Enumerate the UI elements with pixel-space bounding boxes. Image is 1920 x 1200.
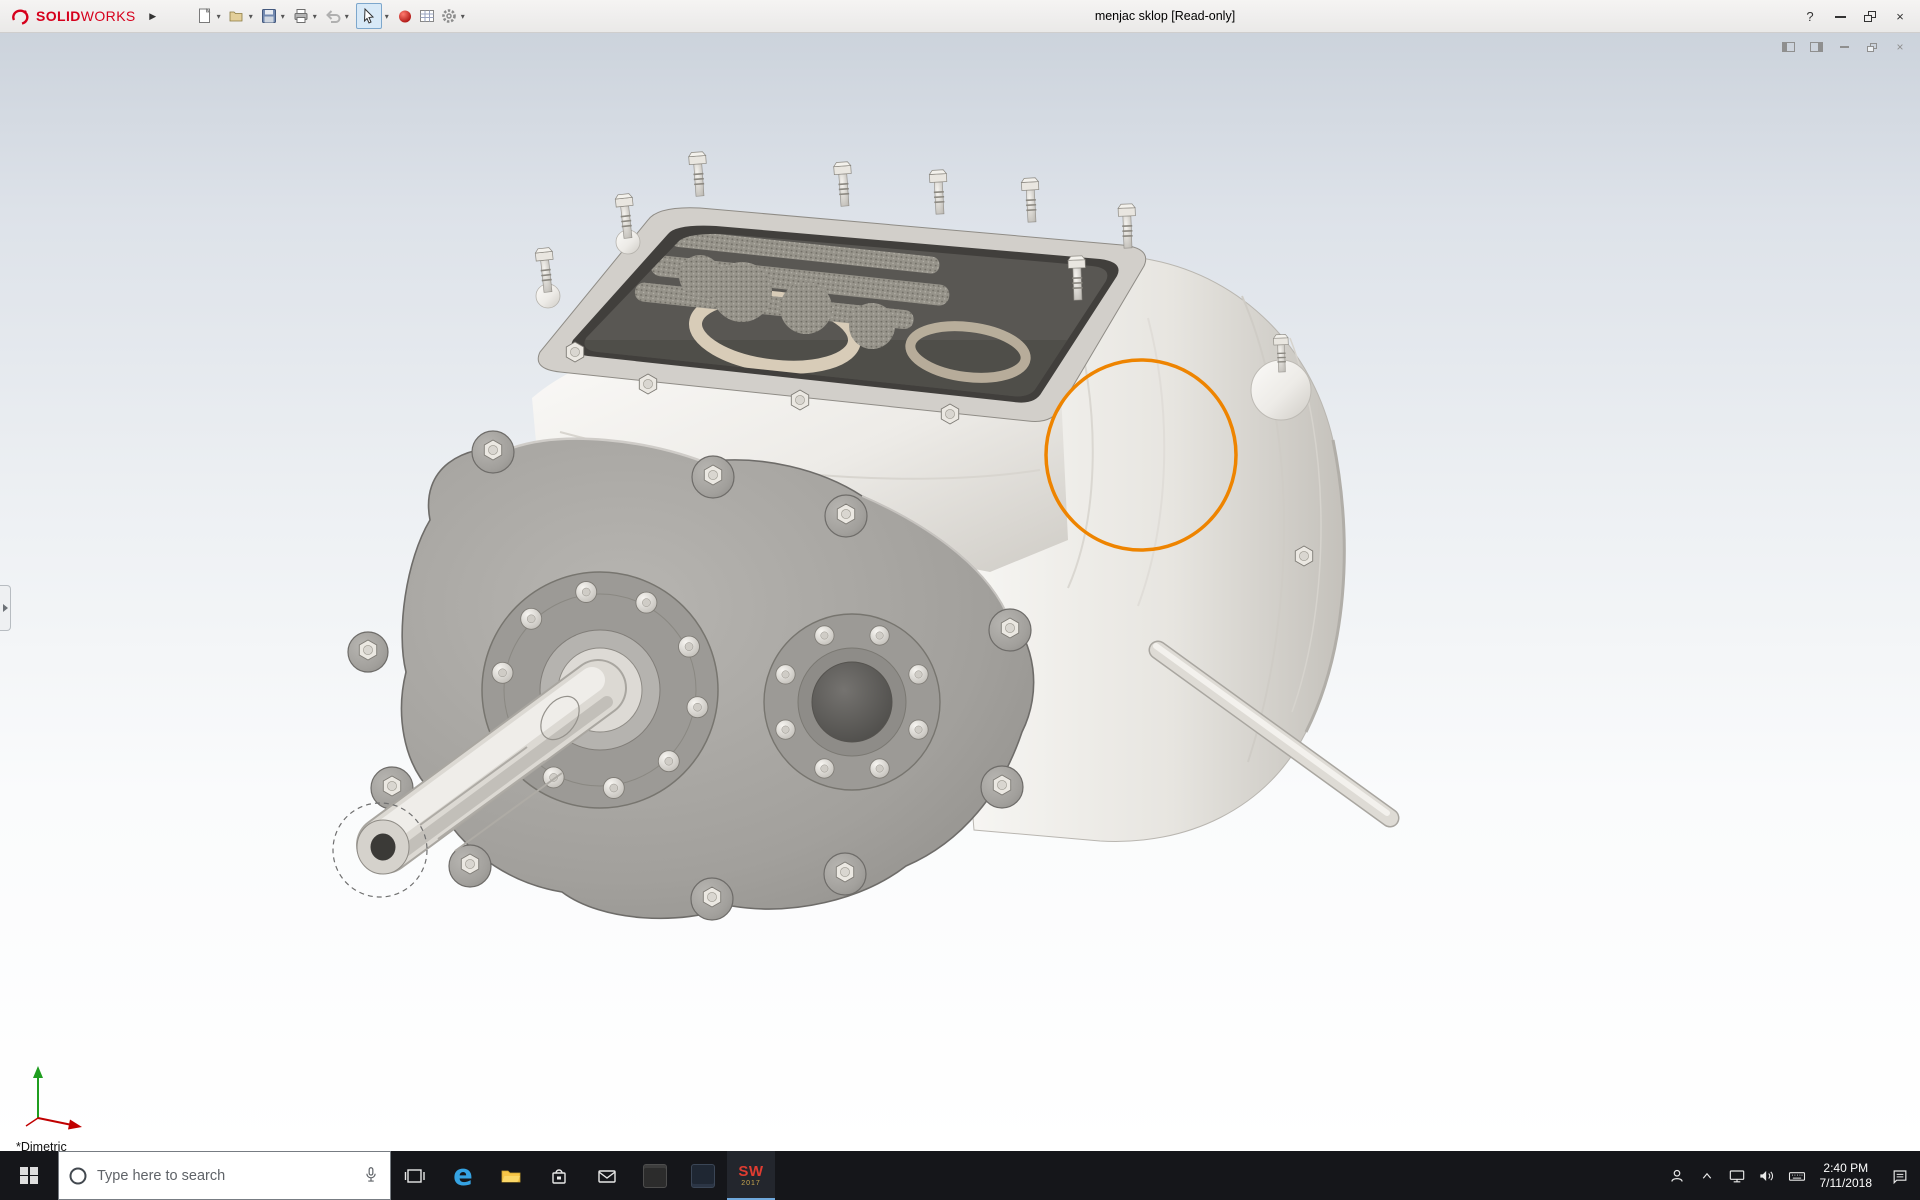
network-icon[interactable] (1722, 1166, 1752, 1186)
feature-manager-collapsed-tab[interactable] (0, 585, 11, 631)
solidworks-app-icon: SW 2017 (738, 1163, 764, 1187)
doc-restore-button[interactable] (1864, 40, 1880, 54)
appearance-sphere-icon[interactable] (394, 5, 416, 27)
cortana-icon (69, 1167, 87, 1184)
document-window-controls: × (1780, 40, 1908, 54)
action-center-icon[interactable] (1880, 1166, 1920, 1186)
open-dropdown[interactable]: ▾ (249, 12, 253, 21)
people-icon[interactable] (1662, 1165, 1692, 1187)
minimize-button[interactable] (1826, 5, 1854, 29)
menu-flyout-arrow[interactable]: ▶ (146, 11, 160, 22)
options-gear-icon[interactable] (438, 5, 460, 27)
gearbox-3d-model[interactable] (0, 0, 1920, 1200)
app-icon-2 (691, 1163, 715, 1188)
restore-button[interactable] (1856, 5, 1884, 29)
taskbar-clock[interactable]: 2:40 PM 7/11/2018 (1812, 1161, 1881, 1191)
design-table-icon[interactable] (416, 5, 438, 27)
open-icon[interactable] (226, 5, 248, 27)
standard-toolbar: ▾ ▾ ▾ ▾ ▾ ▾ ▾ (194, 3, 470, 29)
doc-minimize-button[interactable] (1836, 40, 1852, 54)
new-document-dropdown[interactable]: ▾ (217, 12, 221, 21)
solidworks-logo: SOLIDWORKS (10, 7, 136, 25)
titlebar: SOLIDWORKS ▶ ▾ ▾ ▾ ▾ ▾ ▾ ▾ menjac sklop … (0, 0, 1920, 33)
print-icon[interactable] (290, 5, 312, 27)
close-button[interactable]: × (1886, 5, 1914, 29)
help-button[interactable]: ? (1796, 5, 1824, 29)
volume-icon[interactable] (1752, 1166, 1782, 1186)
ds-logo-icon (12, 9, 29, 25)
windows-taskbar: e SW2017 (0, 1151, 1920, 1200)
edge-button[interactable]: e (439, 1151, 487, 1200)
right-bearing-assembly (763, 613, 941, 791)
coordinate-triad (25, 1066, 82, 1130)
window-controls: ? × (1796, 0, 1914, 33)
search-input[interactable] (97, 1167, 352, 1184)
hidden-icons-chevron[interactable] (1692, 1167, 1722, 1185)
undo-icon[interactable] (322, 5, 344, 27)
save-dropdown[interactable]: ▾ (281, 12, 285, 21)
mail-button[interactable] (583, 1151, 631, 1200)
print-dropdown[interactable]: ▾ (313, 12, 317, 21)
touch-keyboard-icon[interactable] (1782, 1166, 1812, 1186)
app-button-1[interactable] (631, 1151, 679, 1200)
task-view-button[interactable] (391, 1151, 439, 1200)
select-dropdown[interactable]: ▾ (385, 12, 389, 21)
task-view-icon (404, 1168, 425, 1183)
file-explorer-button[interactable] (487, 1151, 535, 1200)
doc-close-button[interactable]: × (1892, 40, 1908, 54)
brand-name: SOLIDWORKS (36, 8, 136, 24)
save-icon[interactable] (258, 5, 280, 27)
clock-date: 7/11/2018 (1819, 1175, 1873, 1190)
taskbar-search[interactable] (58, 1151, 391, 1200)
windows-logo-icon (20, 1166, 38, 1185)
pane-left-icon[interactable] (1780, 40, 1796, 54)
app-button-2[interactable] (679, 1151, 727, 1200)
options-dropdown[interactable]: ▾ (461, 12, 465, 21)
store-button[interactable] (535, 1151, 583, 1200)
start-button[interactable] (0, 1151, 58, 1200)
app-icon-1 (643, 1163, 667, 1188)
mail-icon (598, 1169, 616, 1183)
file-explorer-icon (501, 1170, 521, 1182)
system-tray: 2:40 PM 7/11/2018 (1662, 1151, 1920, 1200)
solidworks-app-button[interactable]: SW 2017 (727, 1151, 775, 1200)
edge-icon: e (453, 1158, 473, 1192)
clock-time: 2:40 PM (1823, 1160, 1869, 1175)
store-icon (552, 1168, 566, 1184)
undo-dropdown[interactable]: ▾ (345, 12, 349, 21)
document-title: menjac sklop [Read-only] (1094, 9, 1236, 23)
pane-right-icon[interactable] (1808, 40, 1824, 54)
microphone-icon[interactable] (360, 1165, 382, 1187)
select-cursor-icon[interactable] (358, 5, 380, 27)
solidworks-window: SOLIDWORKS ▶ ▾ ▾ ▾ ▾ ▾ ▾ ▾ menjac sklop … (0, 0, 1920, 1200)
new-document-icon[interactable] (194, 5, 216, 27)
select-tool-active-box (355, 3, 382, 29)
